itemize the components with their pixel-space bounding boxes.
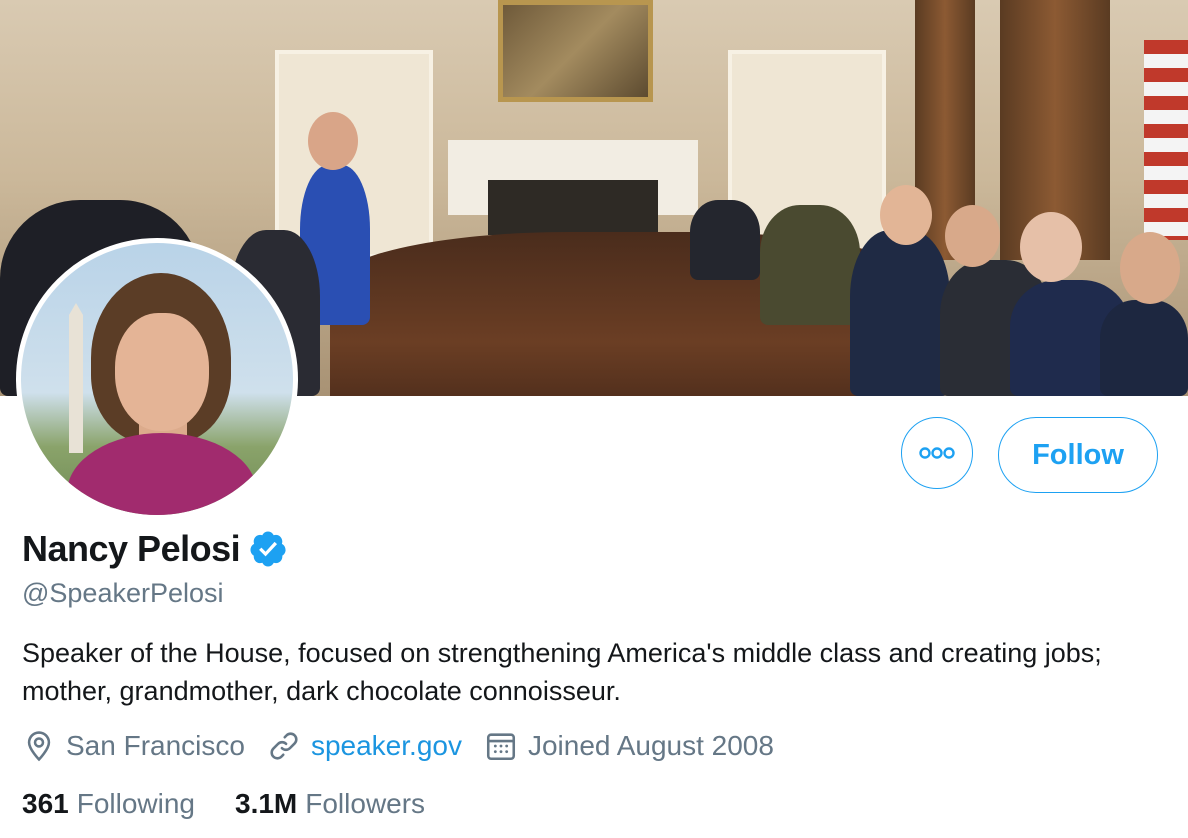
banner-flag: [1144, 40, 1188, 240]
profile-name-row: Nancy Pelosi: [22, 528, 288, 570]
profile-website-link[interactable]: speaker.gov: [311, 730, 462, 762]
profile-joined: Joined August 2008: [484, 729, 774, 763]
banner-person: [850, 230, 950, 396]
banner-fireplace: [488, 180, 658, 235]
banner-person: [1100, 300, 1188, 396]
banner-person-head: [1020, 212, 1082, 282]
follow-button[interactable]: Follow: [998, 417, 1158, 493]
following-stat-link[interactable]: 361 Following: [22, 788, 195, 820]
calendar-icon: [486, 733, 515, 761]
followers-stat-link[interactable]: 3.1M Followers: [235, 788, 425, 820]
profile-stats-row: 361 Following 3.1M Followers: [22, 788, 465, 820]
profile-meta-row: San Francisco speaker.gov Joined August …: [22, 729, 796, 763]
profile-handle: @SpeakerPelosi: [22, 578, 224, 608]
avatar-jacket: [67, 433, 257, 515]
banner-person-head: [880, 185, 932, 245]
profile-joined-text: Joined August 2008: [527, 730, 774, 761]
more-options-icon: [919, 447, 955, 459]
avatar-face: [115, 313, 209, 431]
banner-person: [690, 200, 760, 280]
banner-painting: [498, 0, 653, 102]
location-pin-icon: [27, 731, 51, 762]
followers-label: Followers: [305, 788, 426, 819]
more-options-button[interactable]: [901, 417, 973, 489]
following-label: Following: [76, 788, 195, 819]
profile-display-name: Nancy Pelosi: [22, 528, 241, 569]
link-icon: [270, 732, 298, 760]
followers-count: 3.1M: [235, 788, 298, 819]
profile-bio: Speaker of the House, focused on strengt…: [22, 638, 1102, 706]
banner-person-head: [945, 205, 1000, 267]
profile-website[interactable]: speaker.gov: [267, 729, 462, 763]
banner-person-head: [308, 112, 358, 170]
profile-location: San Francisco: [22, 729, 245, 763]
avatar-monument: [69, 303, 83, 453]
following-count: 361: [22, 788, 69, 819]
profile-avatar[interactable]: [16, 238, 298, 520]
banner-person-head: [1120, 232, 1180, 304]
verified-badge-icon: [250, 531, 286, 567]
banner-person: [760, 205, 860, 325]
profile-location-text: San Francisco: [66, 730, 245, 761]
